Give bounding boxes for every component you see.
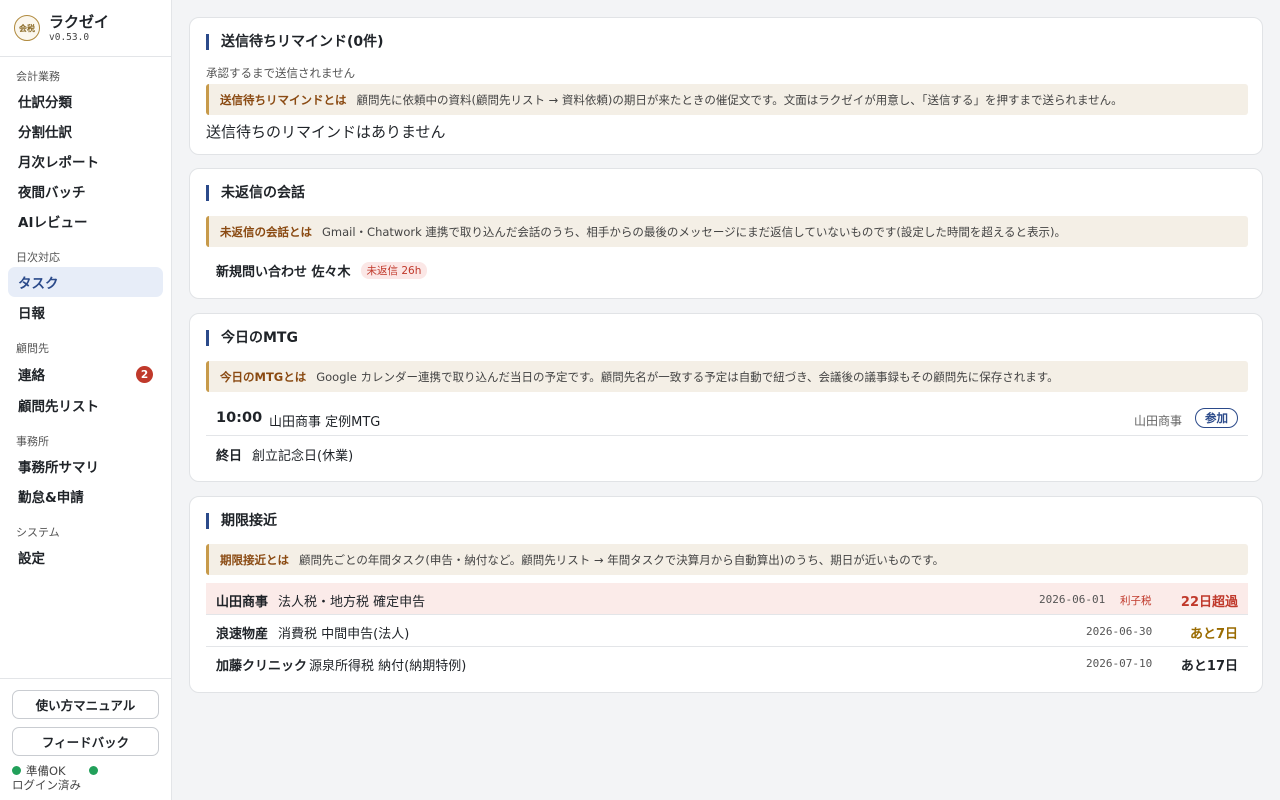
sidebar-item-label: 顧問先リスト xyxy=(18,399,99,415)
nav-section-daily: 日次対応 xyxy=(16,251,60,264)
note-text: Gmail・Chatwork 連携で取り込んだ会話のうち、相手からの最後のメッセ… xyxy=(322,224,1066,239)
reminders-note: 送信待ちリマインドとは 顧問先に依頼中の資料(顧問先リスト → 資料依頼)の期日… xyxy=(206,84,1248,115)
login-status-dot-icon xyxy=(89,766,98,775)
sidebar-item-contact[interactable]: 連絡 2 xyxy=(8,359,163,389)
meeting-row[interactable]: 終日 創立記念日(休業) xyxy=(206,436,1248,470)
note-label: 期限接近とは xyxy=(220,552,289,567)
unreplied-badge: 未返信 26h xyxy=(360,262,428,279)
note-text: Google カレンダー連携で取り込んだ当日の予定です。顧問先名が一致する予定は… xyxy=(316,369,1059,384)
sidebar-item-office-summary[interactable]: 事務所サマリ xyxy=(8,451,163,481)
meetings-note: 今日のMTGとは Google カレンダー連携で取り込んだ当日の予定です。顧問先… xyxy=(206,361,1248,392)
unread-count-badge: 2 xyxy=(136,366,153,383)
sidebar-item-label: 分割仕訳 xyxy=(18,125,72,141)
deadline-remaining: あと17日 xyxy=(1180,659,1238,674)
app-version: v0.53.0 xyxy=(49,32,90,43)
sidebar-item-tasks[interactable]: タスク xyxy=(8,267,163,297)
note-label: 今日のMTGとは xyxy=(220,369,307,384)
deadlines-card: 期限接近 期限接近とは 顧問先ごとの年間タスク(申告・納付など。顧問先リスト →… xyxy=(189,496,1263,693)
deadline-remaining: あと7日 xyxy=(1189,627,1238,642)
deadline-date: 2026-06-01 xyxy=(1039,593,1106,606)
deadline-task: 法人税・地方税 確定申告 xyxy=(278,595,426,610)
deadline-client: 加藤クリニック xyxy=(216,659,308,674)
meeting-time: 10:00 xyxy=(216,410,263,426)
feedback-button[interactable]: フィードバック xyxy=(12,727,159,756)
deadline-task: 消費税 中間申告(法人) xyxy=(278,627,410,642)
app-name: ラクゼイ xyxy=(49,13,110,31)
note-label: 未返信の会話とは xyxy=(220,224,312,239)
reminders-subtitle: 承認するまで送信されません xyxy=(206,66,356,80)
app-logo: 会税 xyxy=(14,15,40,41)
unreplied-note: 未返信の会話とは Gmail・Chatwork 連携で取り込んだ会話のうち、相手… xyxy=(206,216,1248,247)
sidebar: 会税 ラクゼイ v0.53.0 会計業務 仕訳分類 分割仕訳 月次レポート 夜間… xyxy=(0,0,172,800)
conversation-name: 新規問い合わせ 佐々木 xyxy=(216,265,351,280)
sidebar-item-label: 勤怠&申請 xyxy=(18,490,84,506)
sidebar-footer: 使い方マニュアル フィードバック 準備OK ログイン済み xyxy=(0,678,171,800)
meeting-title: 創立記念日(休業) xyxy=(252,449,354,464)
sidebar-item-monthly-report[interactable]: 月次レポート xyxy=(8,146,163,176)
sidebar-item-label: タスク xyxy=(18,276,59,292)
manual-button[interactable]: 使い方マニュアル xyxy=(12,690,159,719)
sidebar-item-daily-report[interactable]: 日報 xyxy=(8,297,163,327)
sidebar-item-client-list[interactable]: 顧問先リスト xyxy=(8,390,163,420)
note-label: 送信待ちリマインドとは xyxy=(220,92,347,107)
sidebar-item-label: 仕訳分類 xyxy=(18,95,72,111)
deadlines-title: 期限接近 xyxy=(206,513,277,529)
sidebar-item-journal-classification[interactable]: 仕訳分類 xyxy=(8,86,163,116)
sidebar-item-label: 日報 xyxy=(18,306,45,322)
reminders-empty-message: 送信待ちのリマインドはありません xyxy=(206,123,446,141)
sidebar-item-ai-review[interactable]: AIレビュー xyxy=(8,206,163,236)
join-meeting-button[interactable]: 参加 xyxy=(1195,408,1238,428)
deadline-tag: 利子税 xyxy=(1120,595,1152,607)
meeting-client: 山田商事 xyxy=(1133,414,1182,428)
unreplied-title: 未返信の会話 xyxy=(206,185,305,201)
sidebar-item-label: 月次レポート xyxy=(18,155,99,171)
nav-section-accounting: 会計業務 xyxy=(16,70,60,83)
sidebar-item-label: 夜間バッチ xyxy=(18,185,86,201)
meeting-title: 山田商事 定例MTG xyxy=(269,415,381,430)
reminders-card: 送信待ちリマインド(0件) 承認するまで送信されません 送信待ちリマインドとは … xyxy=(189,17,1263,155)
meeting-time: 終日 xyxy=(216,449,243,464)
sidebar-item-attendance[interactable]: 勤怠&申請 xyxy=(8,481,163,511)
deadline-task: 源泉所得税 納付(納期特例) xyxy=(309,659,467,674)
login-status-text: ログイン済み xyxy=(12,778,81,792)
reminders-title: 送信待ちリマインド(0件) xyxy=(206,34,384,50)
sidebar-item-label: AIレビュー xyxy=(18,215,88,231)
deadline-date: 2026-07-10 xyxy=(1086,657,1153,670)
sidebar-item-label: 事務所サマリ xyxy=(18,460,99,476)
ready-status-dot-icon xyxy=(12,766,21,775)
conversation-item[interactable]: 新規問い合わせ 佐々木 未返信 26h xyxy=(216,261,428,280)
note-text: 顧問先ごとの年間タスク(申告・納付など。顧問先リスト → 年間タスクで決算月から… xyxy=(299,552,945,567)
sidebar-item-settings[interactable]: 設定 xyxy=(8,542,163,572)
nav-section-clients: 顧問先 xyxy=(16,342,49,355)
deadlines-note: 期限接近とは 顧問先ごとの年間タスク(申告・納付など。顧問先リスト → 年間タス… xyxy=(206,544,1248,575)
unreplied-card: 未返信の会話 未返信の会話とは Gmail・Chatwork 連携で取り込んだ会… xyxy=(189,168,1263,299)
brand: 会税 ラクゼイ v0.53.0 xyxy=(0,0,171,57)
nav-section-system: システム xyxy=(16,526,60,539)
deadline-row[interactable]: 山田商事 法人税・地方税 確定申告 2026-06-01 利子税 22日超過 xyxy=(206,583,1248,615)
deadline-row[interactable]: 加藤クリニック 源泉所得税 納付(納期特例) 2026-07-10 あと17日 xyxy=(206,647,1248,679)
sidebar-item-label: 連絡 xyxy=(18,368,45,384)
meeting-row[interactable]: 10:00 山田商事 定例MTG 山田商事 参加 xyxy=(206,402,1248,436)
deadline-remaining: 22日超過 xyxy=(1180,595,1238,610)
nav-section-office: 事務所 xyxy=(16,435,49,448)
meetings-card: 今日のMTG 今日のMTGとは Google カレンダー連携で取り込んだ当日の予… xyxy=(189,313,1263,482)
sidebar-item-night-batch[interactable]: 夜間バッチ xyxy=(8,176,163,206)
deadline-client: 山田商事 xyxy=(216,595,269,610)
note-text: 顧問先に依頼中の資料(顧問先リスト → 資料依頼)の期日が来たときの催促文です。… xyxy=(356,92,1123,107)
deadline-client: 浪速物産 xyxy=(216,627,269,642)
meetings-title: 今日のMTG xyxy=(206,330,298,346)
deadline-date: 2026-06-30 xyxy=(1086,625,1153,638)
sidebar-item-label: 設定 xyxy=(18,551,45,567)
sidebar-item-split-journal[interactable]: 分割仕訳 xyxy=(8,116,163,146)
deadline-row[interactable]: 浪速物産 消費税 中間申告(法人) 2026-06-30 あと7日 xyxy=(206,615,1248,647)
